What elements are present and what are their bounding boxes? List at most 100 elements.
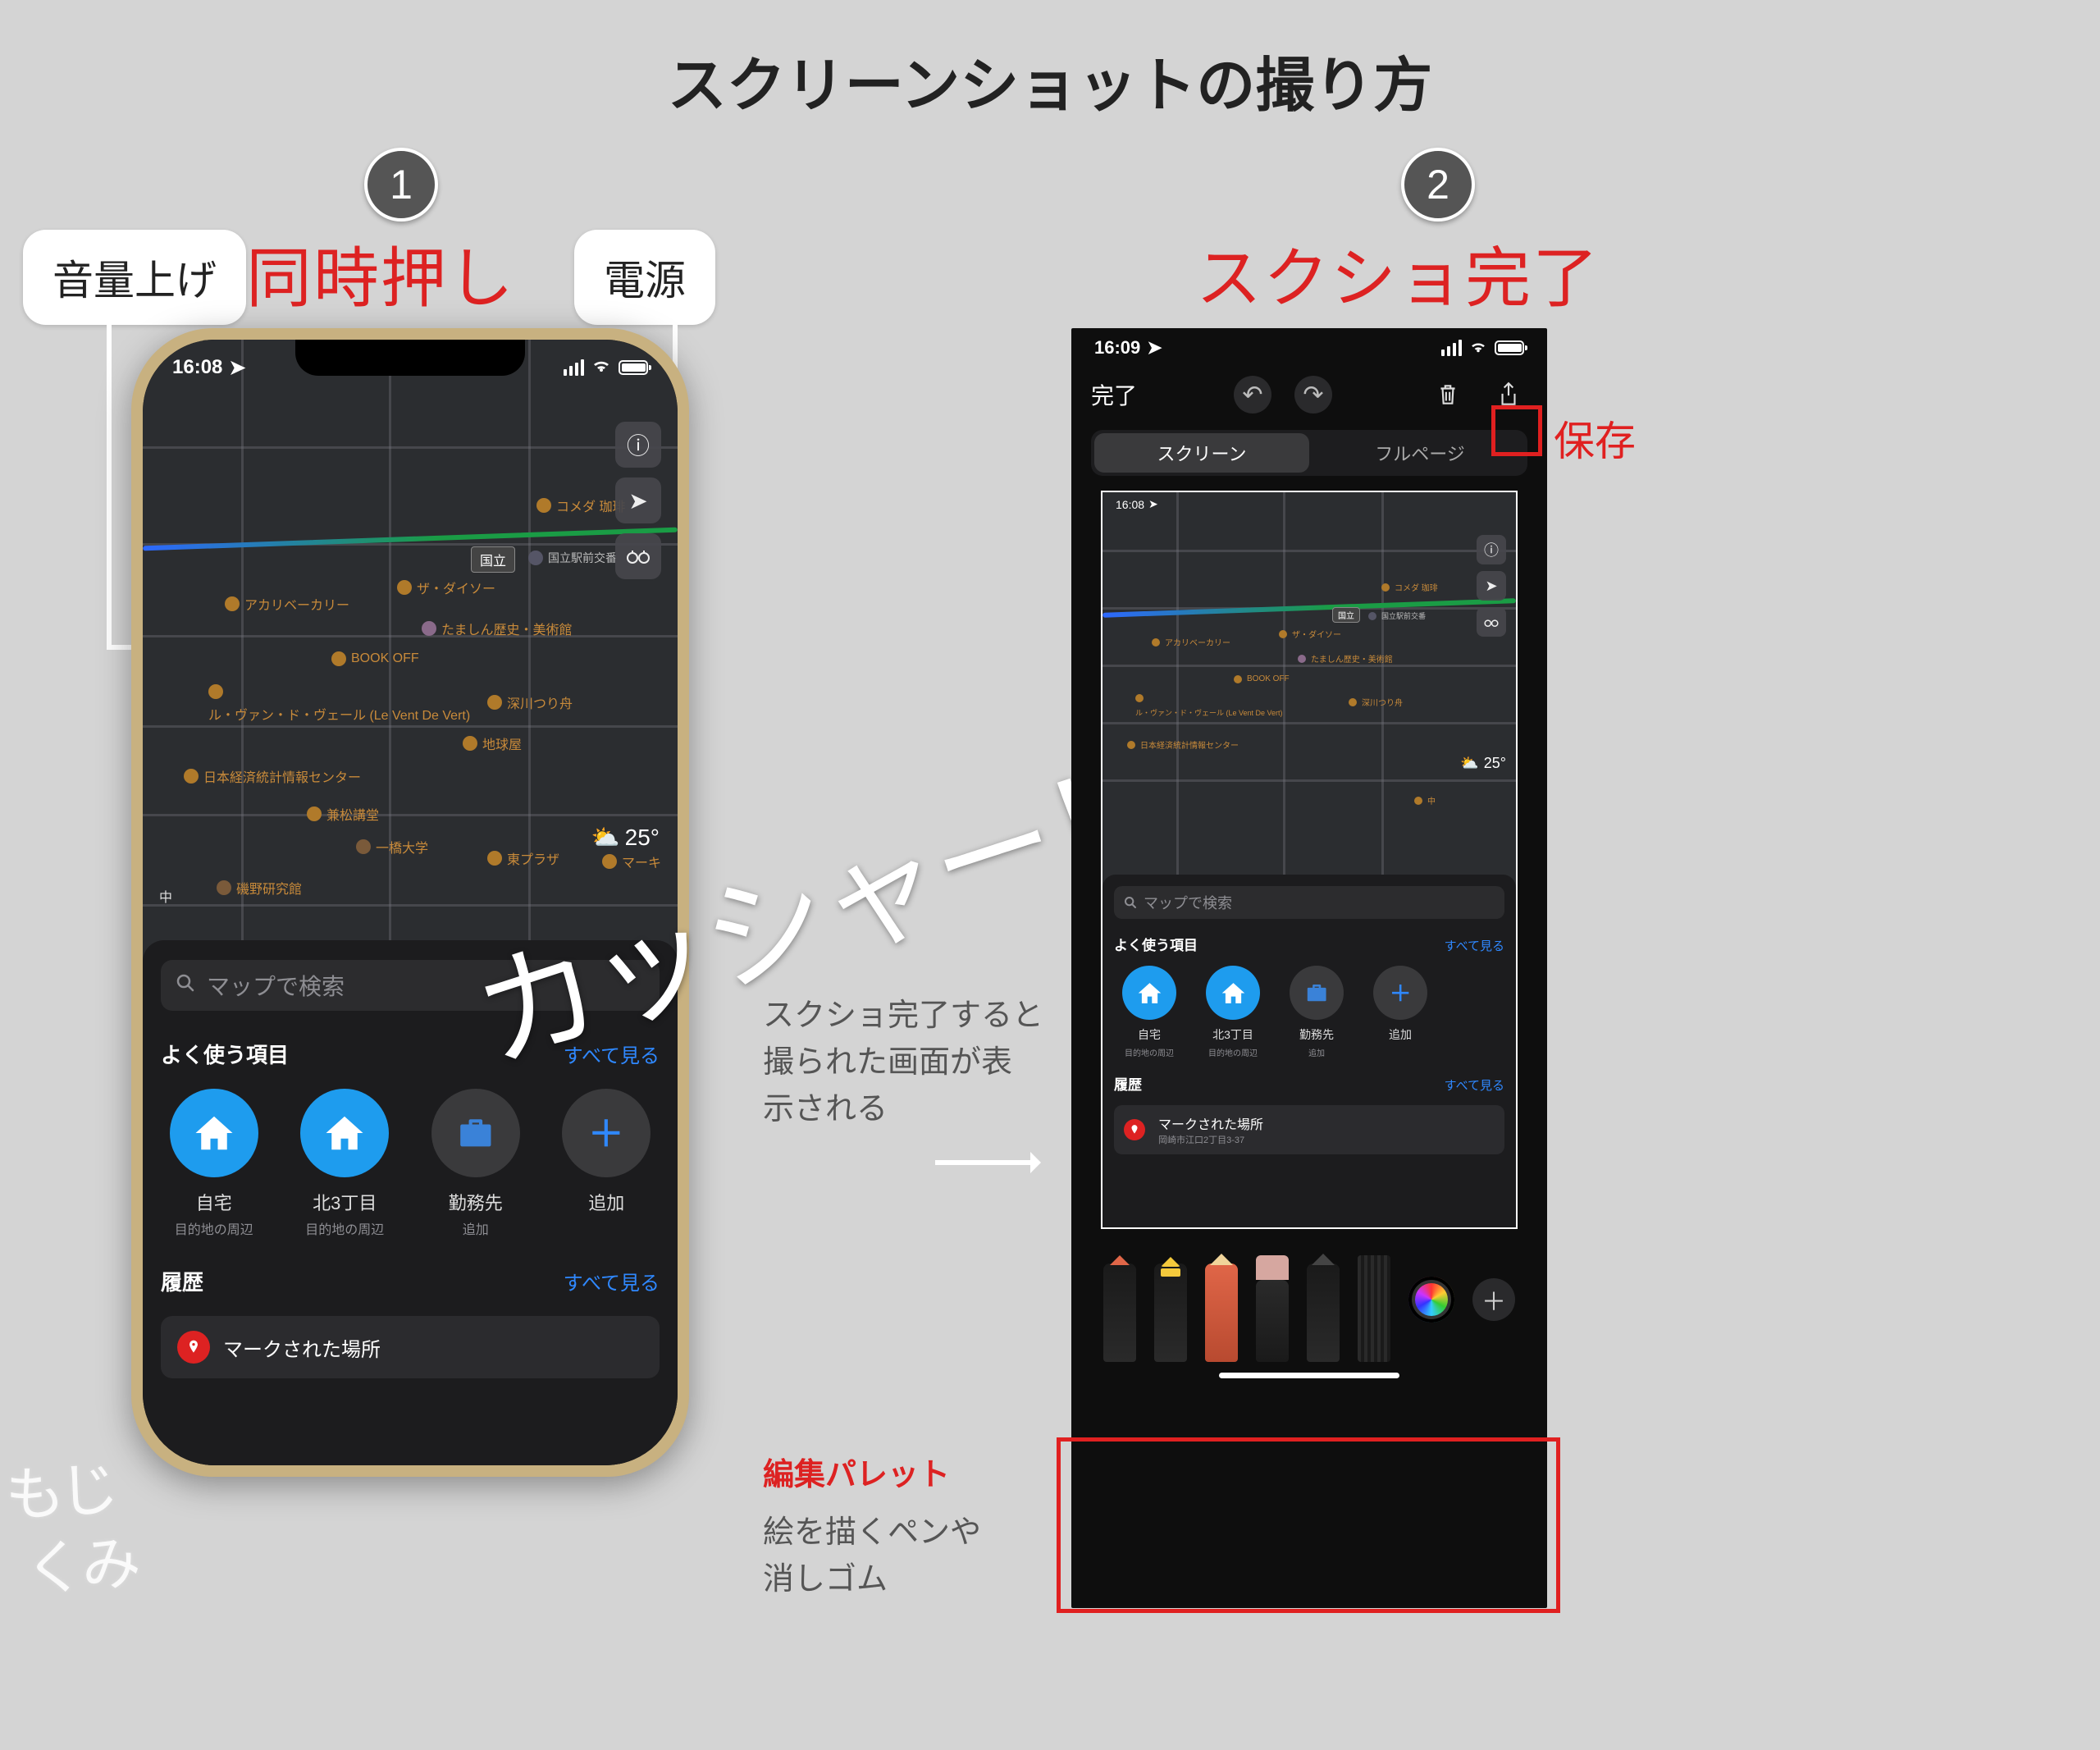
tool-pen[interactable] — [1103, 1263, 1136, 1362]
color-picker[interactable] — [1408, 1277, 1454, 1323]
status-bar: 16:09 ➤ — [1071, 328, 1547, 361]
tool-marker[interactable] — [1154, 1263, 1187, 1362]
favorite-label: 追加 — [1365, 1026, 1436, 1043]
trash-button[interactable] — [1429, 376, 1467, 414]
locate-button[interactable]: ➤ — [615, 477, 661, 523]
favorite-icon — [1373, 966, 1427, 1020]
weather-icon: ⛅ — [591, 824, 620, 851]
favorite-sub: 追加 — [1281, 1046, 1352, 1058]
tool-pencil[interactable] — [1205, 1263, 1238, 1362]
location-icon: ➤ — [229, 356, 245, 380]
favorite-label: 自宅 — [161, 1189, 267, 1215]
map-poi[interactable]: 日本経済統計情報センター — [184, 766, 361, 786]
favorite-icon — [170, 1089, 258, 1177]
map-poi[interactable]: 国立駅前交番 — [528, 550, 617, 566]
page-title: スクリーンショットの撮り方 — [0, 37, 2100, 123]
tab-screen[interactable]: スクリーン — [1094, 433, 1309, 473]
location-icon: ➤ — [1147, 337, 1162, 359]
favorite-item[interactable]: 自宅目的地の周辺 — [1114, 966, 1185, 1058]
iphone-notch — [295, 340, 525, 376]
binoculars-button — [1477, 607, 1506, 637]
favorite-item[interactable]: 北3丁目目的地の周辺 — [292, 1089, 399, 1238]
favorite-icon — [431, 1089, 520, 1177]
map-poi[interactable]: 一橋大学 — [356, 837, 428, 857]
step-badge-2: 2 — [1401, 148, 1475, 222]
note-palette-desc: 絵を描くペンや 消しゴム — [763, 1510, 981, 1603]
see-all-link[interactable]: すべて見る — [564, 1267, 660, 1295]
label-power: 電源 — [574, 230, 715, 325]
locate-button: ➤ — [1477, 571, 1506, 601]
wifi-icon — [592, 356, 610, 379]
pointer-line — [673, 315, 681, 320]
map-poi[interactable]: 東プラザ — [487, 848, 559, 868]
map-poi[interactable]: コメダ 珈琲 — [536, 496, 625, 515]
wifi-icon — [1470, 337, 1486, 359]
favorite-sub: 目的地の周辺 — [1198, 1046, 1268, 1058]
weather-badge: ⛅ 25° — [591, 824, 660, 851]
share-button[interactable] — [1490, 376, 1527, 414]
map-route — [143, 528, 678, 551]
signal-icon — [1441, 340, 1462, 356]
favorite-icon — [300, 1089, 389, 1177]
map-poi[interactable]: ザ・ダイソー — [397, 578, 495, 597]
search-input[interactable]: マップで検索 — [161, 960, 660, 1011]
step-heading-2: スクショ完了 — [1196, 226, 1600, 321]
favorite-icon — [1206, 966, 1260, 1020]
search-icon — [176, 972, 195, 998]
favorite-item[interactable]: 追加 — [554, 1089, 660, 1238]
favorite-label: 北3丁目 — [1198, 1026, 1268, 1043]
section-favorites: よく使う項目 すべて見る — [161, 1039, 660, 1069]
tool-lasso[interactable] — [1307, 1263, 1340, 1362]
map-poi[interactable]: たましん歴史・美術館 — [422, 619, 573, 638]
tab-segment[interactable]: スクリーン フルページ — [1091, 430, 1527, 476]
favorite-label: 北3丁目 — [292, 1189, 399, 1215]
battery-icon — [619, 360, 648, 375]
add-tool-button[interactable]: ＋ — [1472, 1278, 1515, 1321]
favorite-label: 勤務先 — [1281, 1026, 1352, 1043]
favorite-sub: 追加 — [422, 1218, 529, 1238]
map-poi[interactable]: アカリベーカリー — [225, 594, 349, 614]
redo-button[interactable]: ↷ — [1294, 376, 1332, 414]
map-poi[interactable]: ル・ヴァン・ド・ヴェール (Le Vent De Vert) — [208, 684, 422, 724]
info-button: ⓘ — [1477, 535, 1506, 564]
signal-icon — [564, 359, 584, 376]
favorite-item[interactable]: 北3丁目目的地の周辺 — [1198, 966, 1268, 1058]
favorite-item[interactable]: 追加 — [1365, 966, 1436, 1058]
markup-palette[interactable]: ＋ — [1078, 1237, 1541, 1385]
map-poi[interactable]: BOOK OFF — [331, 651, 419, 666]
label-volume-up: 音量上げ — [23, 230, 246, 325]
maps-bottom-sheet[interactable]: マップで検索 よく使う項目 すべて見る 自宅目的地の周辺北3丁目目的地の周辺勤務… — [143, 940, 678, 1465]
tab-fullpage[interactable]: フルページ — [1312, 430, 1527, 476]
note-result: スクショ完了すると 撮られた画面が表 示される — [763, 993, 1058, 1133]
favorite-label: 勤務先 — [422, 1189, 529, 1215]
see-all-link[interactable]: すべて見る — [564, 1039, 660, 1068]
map-poi[interactable]: 地球屋 — [463, 733, 522, 753]
favorite-icon — [1122, 966, 1176, 1020]
tool-ruler[interactable] — [1358, 1255, 1390, 1362]
favorite-item[interactable]: 勤務先追加 — [1281, 966, 1352, 1058]
map-station[interactable]: 国立 — [471, 546, 515, 573]
favorite-item[interactable]: 自宅目的地の周辺 — [161, 1089, 267, 1238]
favorite-sub: 目的地の周辺 — [161, 1218, 267, 1238]
pointer-line — [107, 315, 112, 650]
home-indicator[interactable] — [1219, 1373, 1399, 1378]
label-save: 保存 — [1554, 409, 1636, 468]
history-item[interactable]: マークされた場所 — [161, 1316, 660, 1378]
done-button[interactable]: 完了 — [1091, 378, 1137, 411]
step-heading-1: 同時押し — [246, 226, 515, 321]
map-poi[interactable]: 兼松講堂 — [307, 804, 379, 824]
map-poi[interactable]: 深川つり舟 — [487, 692, 573, 712]
info-button[interactable]: ⓘ — [615, 422, 661, 468]
tool-eraser[interactable] — [1256, 1280, 1289, 1362]
map-poi[interactable]: マーキ — [602, 852, 661, 871]
editor-toolbar: 完了 ↶ ↷ — [1071, 361, 1547, 425]
undo-button[interactable]: ↶ — [1234, 376, 1271, 414]
map-poi[interactable]: 磯野研究館 — [217, 878, 302, 898]
favorite-sub: 目的地の周辺 — [1114, 1046, 1185, 1058]
favorite-icon — [562, 1089, 651, 1177]
screenshot-preview[interactable]: 16:08➤ 国立 コメダ 珈琲 アカリベーカリー ザ・ダ — [1101, 491, 1518, 1229]
favorite-item[interactable]: 勤務先追加 — [422, 1089, 529, 1238]
map-poi[interactable]: 中 — [159, 886, 172, 906]
binoculars-button[interactable] — [615, 533, 661, 579]
section-history: 履歴 すべて見る — [161, 1266, 660, 1296]
